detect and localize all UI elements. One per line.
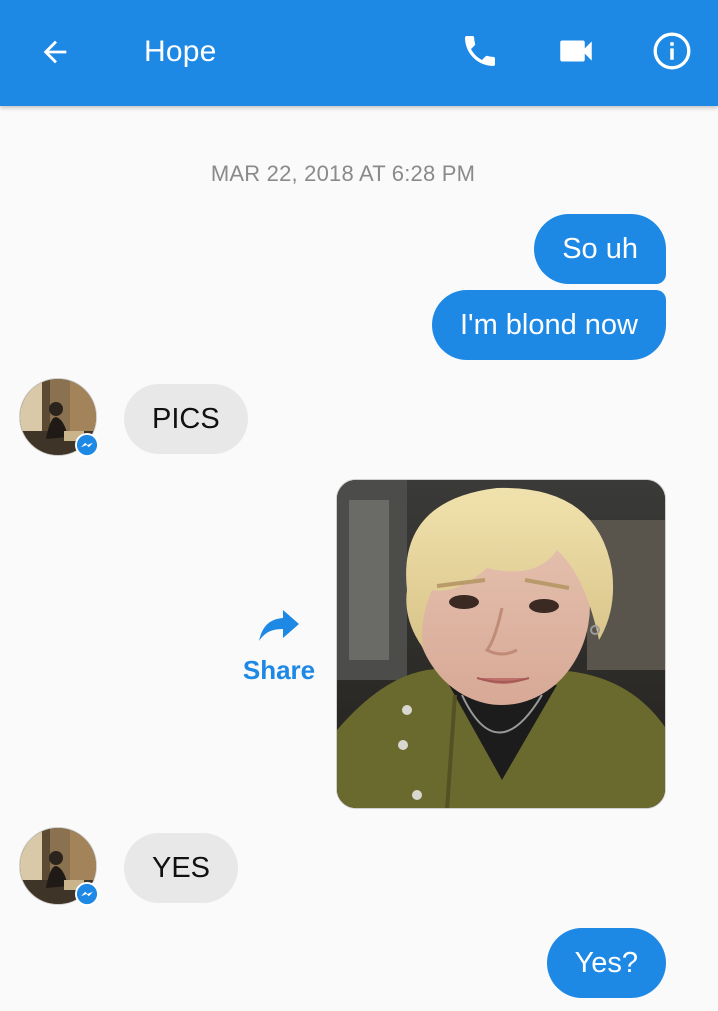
outgoing-message-bubble[interactable]: I'm blond now xyxy=(431,290,666,360)
video-camera-icon xyxy=(560,40,592,62)
contact-avatar[interactable] xyxy=(19,827,99,906)
call-button[interactable] xyxy=(452,23,508,79)
contact-avatar[interactable] xyxy=(19,378,99,457)
share-arrow-icon xyxy=(259,610,299,641)
messenger-badge xyxy=(75,433,99,457)
messenger-icon xyxy=(76,434,98,456)
outgoing-message-bubble[interactable]: So uh xyxy=(534,214,666,284)
conversation-title: Hope xyxy=(144,35,217,68)
messenger-icon xyxy=(76,883,98,905)
incoming-message-bubble[interactable]: YES xyxy=(124,833,239,903)
phone-icon xyxy=(465,36,495,66)
info-icon xyxy=(653,32,691,70)
arrow-left-icon xyxy=(43,40,67,64)
message-timestamp: MAR 22, 2018 AT 6:28 PM xyxy=(210,161,476,186)
photo-image xyxy=(337,480,665,808)
incoming-message-bubble[interactable]: PICS xyxy=(124,384,248,454)
share-button[interactable]: Share xyxy=(236,604,322,694)
messenger-badge xyxy=(75,882,99,906)
share-label: Share xyxy=(242,655,316,685)
top-app-bar: Hope xyxy=(0,0,718,106)
video-call-button[interactable] xyxy=(548,23,604,79)
outgoing-message-bubble[interactable]: Yes? xyxy=(546,928,666,998)
conversation-info-button[interactable] xyxy=(644,23,700,79)
back-button[interactable] xyxy=(27,24,83,80)
shared-photo-message[interactable] xyxy=(336,479,666,809)
